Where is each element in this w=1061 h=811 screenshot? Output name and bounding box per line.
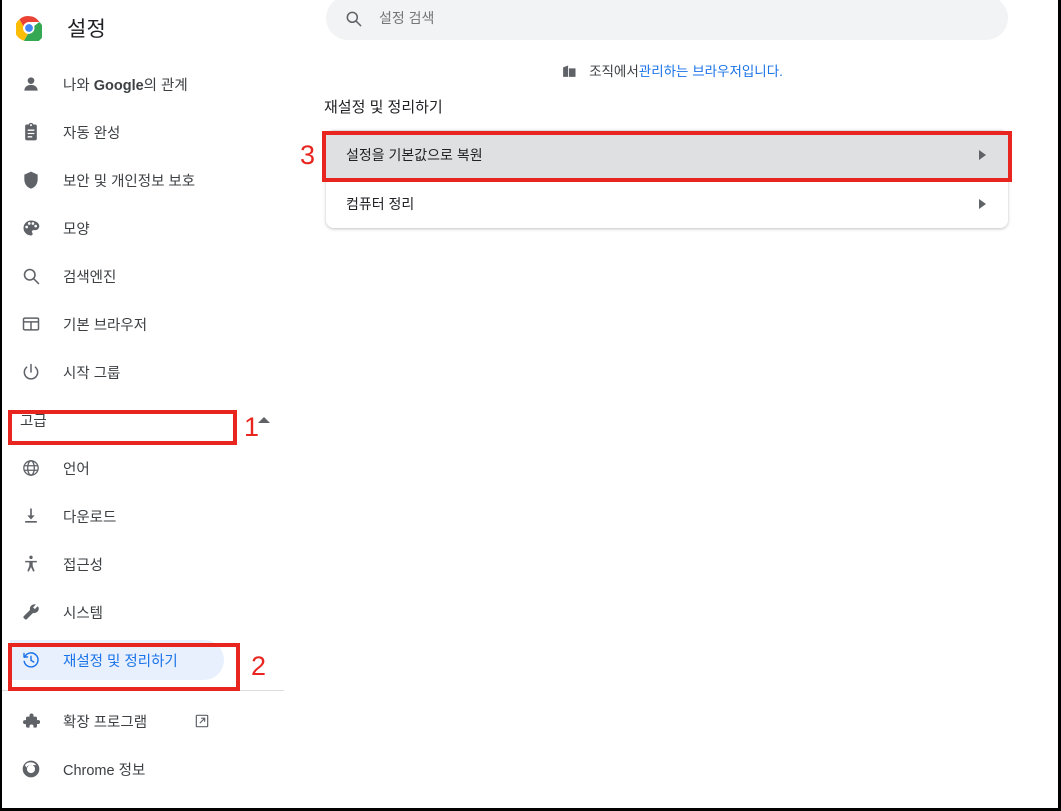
- search-input[interactable]: [379, 10, 979, 26]
- sidebar: 설정 나와 Google의 관계 자동 완성 보안 및 개인정보 보호 모양 검…: [2, 0, 302, 808]
- sidebar-item-label: 모양: [63, 221, 90, 238]
- sidebar-item-label: 접근성: [63, 557, 104, 574]
- search-icon: [344, 9, 363, 28]
- settings-window: 설정 나와 Google의 관계 자동 완성 보안 및 개인정보 보호 모양 검…: [0, 0, 1061, 811]
- page-title: 설정: [67, 18, 107, 41]
- managed-browser-note: 조직에서 관리하는 브라우저입니다.: [302, 60, 1042, 80]
- sidebar-item-accessibility[interactable]: 접근성: [2, 540, 302, 588]
- sidebar-item-extensions[interactable]: 확장 프로그램: [2, 697, 302, 745]
- power-icon: [20, 361, 42, 383]
- globe-icon: [20, 457, 42, 479]
- sidebar-item-label: 확장 프로그램: [63, 714, 148, 731]
- sidebar-item-label: 언어: [63, 461, 90, 478]
- sidebar-item-languages[interactable]: 언어: [2, 444, 302, 492]
- sidebar-item-label: Chrome 정보: [63, 762, 146, 779]
- wrench-icon: [20, 601, 42, 623]
- organization-building-icon: [561, 62, 578, 79]
- sidebar-item-reset-and-cleanup[interactable]: 재설정 및 정리하기: [2, 636, 302, 684]
- chrome-logo-icon: [14, 15, 44, 44]
- sidebar-advanced-expander[interactable]: 고급: [2, 396, 302, 444]
- person-icon: [20, 73, 42, 95]
- sidebar-item-appearance[interactable]: 모양: [2, 204, 302, 252]
- sidebar-item-privacy-and-security[interactable]: 보안 및 개인정보 보호: [2, 156, 302, 204]
- row-restore-settings-to-defaults[interactable]: 설정을 기본값으로 복원: [326, 130, 1008, 179]
- section-title: 재설정 및 정리하기: [324, 99, 443, 116]
- search-bar[interactable]: [326, 0, 1008, 40]
- reset-cleanup-card: 설정을 기본값으로 복원 컴퓨터 정리: [326, 130, 1008, 228]
- sidebar-item-label: 다운로드: [63, 509, 117, 526]
- browser-window-icon: [20, 313, 42, 335]
- palette-icon: [20, 217, 42, 239]
- sidebar-item-autofill[interactable]: 자동 완성: [2, 108, 302, 156]
- managed-note-link[interactable]: 관리하는 브라우저입니다.: [639, 60, 783, 80]
- restore-history-icon: [20, 649, 42, 671]
- row-label: 컴퓨터 정리: [346, 196, 415, 212]
- external-link-icon[interactable]: [194, 713, 210, 729]
- sidebar-item-label: 재설정 및 정리하기: [63, 653, 178, 670]
- sidebar-divider: [2, 690, 284, 691]
- sidebar-advanced-label: 고급: [20, 413, 47, 430]
- sidebar-item-search-engine[interactable]: 검색엔진: [2, 252, 302, 300]
- accessibility-icon: [20, 553, 42, 575]
- row-label: 설정을 기본값으로 복원: [346, 146, 483, 163]
- row-clean-up-computer[interactable]: 컴퓨터 정리: [326, 179, 1008, 228]
- chrome-outline-icon: [20, 758, 42, 780]
- search-icon: [20, 265, 42, 287]
- puzzle-icon: [20, 710, 42, 732]
- shield-icon: [20, 169, 42, 191]
- managed-note-prefix: 조직에서: [589, 64, 639, 79]
- sidebar-item-system[interactable]: 시스템: [2, 588, 302, 636]
- chevron-right-icon: [979, 149, 986, 160]
- chevron-right-icon: [979, 199, 986, 209]
- sidebar-item-default-browser[interactable]: 기본 브라우저: [2, 300, 302, 348]
- sidebar-item-label: 시작 그룹: [63, 365, 121, 382]
- sidebar-item-label: 자동 완성: [63, 125, 121, 142]
- clipboard-icon: [20, 121, 42, 143]
- main-content: 조직에서 관리하는 브라우저입니다. 재설정 및 정리하기 설정을 기본값으로 …: [302, 0, 1058, 808]
- sidebar-item-you-and-google[interactable]: 나와 Google의 관계: [2, 60, 302, 108]
- sidebar-item-label: 시스템: [63, 605, 104, 622]
- download-icon: [20, 505, 42, 527]
- sidebar-item-downloads[interactable]: 다운로드: [2, 492, 302, 540]
- sidebar-item-about-chrome[interactable]: Chrome 정보: [2, 745, 302, 793]
- sidebar-item-label: 보안 및 개인정보 보호: [63, 173, 196, 190]
- sidebar-item-on-startup[interactable]: 시작 그룹: [2, 348, 302, 396]
- sidebar-item-label: 나와 Google의 관계: [63, 77, 188, 94]
- sidebar-item-label: 기본 브라우저: [63, 317, 148, 334]
- brand-header: 설정: [2, 0, 302, 56]
- primary-nav: 나와 Google의 관계 자동 완성 보안 및 개인정보 보호 모양 검색엔진…: [2, 60, 302, 793]
- chevron-up-icon: [258, 417, 270, 423]
- sidebar-item-label: 검색엔진: [63, 269, 117, 286]
